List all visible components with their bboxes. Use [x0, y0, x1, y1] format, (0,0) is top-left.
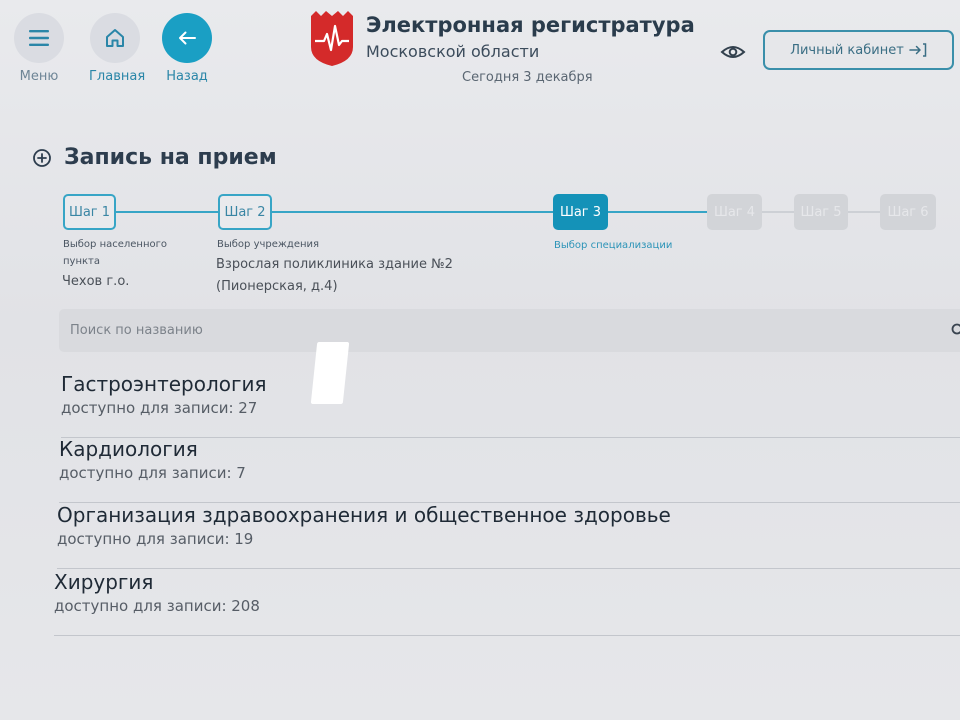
search-input[interactable] [70, 323, 930, 338]
menu-label: Меню [19, 69, 59, 84]
stepper-connector [846, 211, 882, 213]
step-3-caption: Выбор специализации [554, 240, 673, 251]
specialty-availability: доступно для записи: 208 [54, 597, 260, 615]
stepper-connector [270, 211, 556, 213]
specialty-name: Хирургия [54, 570, 154, 594]
stepper-connector [760, 211, 796, 213]
specialty-item[interactable]: Организация здравоохранения и общественн… [57, 503, 960, 569]
specialty-name: Гастроэнтерология [61, 372, 267, 396]
specialty-item[interactable]: Хирургия доступно для записи: 208 [54, 570, 960, 636]
specialty-availability: доступно для записи: 19 [57, 530, 254, 548]
specialty-name: Кардиология [59, 437, 198, 461]
specialty-availability: доступно для записи: 27 [61, 399, 258, 417]
step-1[interactable]: Шаг 1 [63, 194, 116, 230]
step-2[interactable]: Шаг 2 [218, 194, 272, 230]
home-label: Главная [89, 69, 146, 84]
specialty-item[interactable]: Кардиология доступно для записи: 7 [59, 437, 960, 503]
today-date: Сегодня 3 декабря [462, 70, 593, 85]
personal-cabinet-button[interactable]: Личный кабинет [763, 30, 954, 70]
step-4: Шаг 4 [707, 194, 762, 230]
stepper-connector [606, 211, 709, 213]
page-title-row: Запись на прием [32, 145, 277, 170]
registry-screen: Меню Главная Назад Электронная регистрат… [0, 0, 960, 720]
step-1-caption-line2: пункта [63, 256, 100, 267]
eye-icon[interactable] [719, 40, 747, 64]
login-icon [909, 43, 927, 57]
step-2-value-line2: (Пионерская, д.4) [216, 279, 338, 294]
menu-button[interactable]: Меню [13, 13, 65, 84]
step-2-value: Взрослая поликлиника здание №2 [216, 257, 453, 272]
arrow-left-icon [162, 13, 212, 63]
home-icon [90, 13, 140, 63]
back-button[interactable]: Назад [161, 13, 213, 84]
screen-glare [310, 342, 350, 404]
step-3[interactable]: Шаг 3 [553, 194, 608, 230]
brand-subtitle: Московской области [366, 42, 540, 61]
step-1-caption: Выбор населенного [63, 239, 167, 250]
search-bar[interactable] [59, 309, 960, 352]
specialty-availability: доступно для записи: 7 [59, 464, 246, 482]
step-2-caption: Выбор учреждения [217, 239, 320, 250]
personal-cabinet-label: Личный кабинет [790, 42, 904, 58]
step-6: Шаг 6 [880, 194, 936, 230]
plus-circle-icon [33, 148, 51, 167]
stepper-connector [114, 211, 220, 213]
back-label: Назад [166, 69, 208, 84]
moscow-region-emblem-icon [309, 9, 355, 67]
step-5: Шаг 5 [794, 194, 848, 230]
specialty-name: Организация здравоохранения и общественн… [57, 503, 671, 527]
brand-title: Электронная регистратура [366, 13, 695, 37]
page-title: Запись на прием [64, 145, 277, 170]
specialty-item[interactable]: Гастроэнтерология доступно для записи: 2… [61, 372, 960, 438]
hamburger-icon [14, 13, 64, 63]
home-button[interactable]: Главная [89, 13, 146, 84]
search-icon[interactable] [950, 323, 960, 337]
step-1-value: Чехов г.о. [62, 274, 130, 289]
